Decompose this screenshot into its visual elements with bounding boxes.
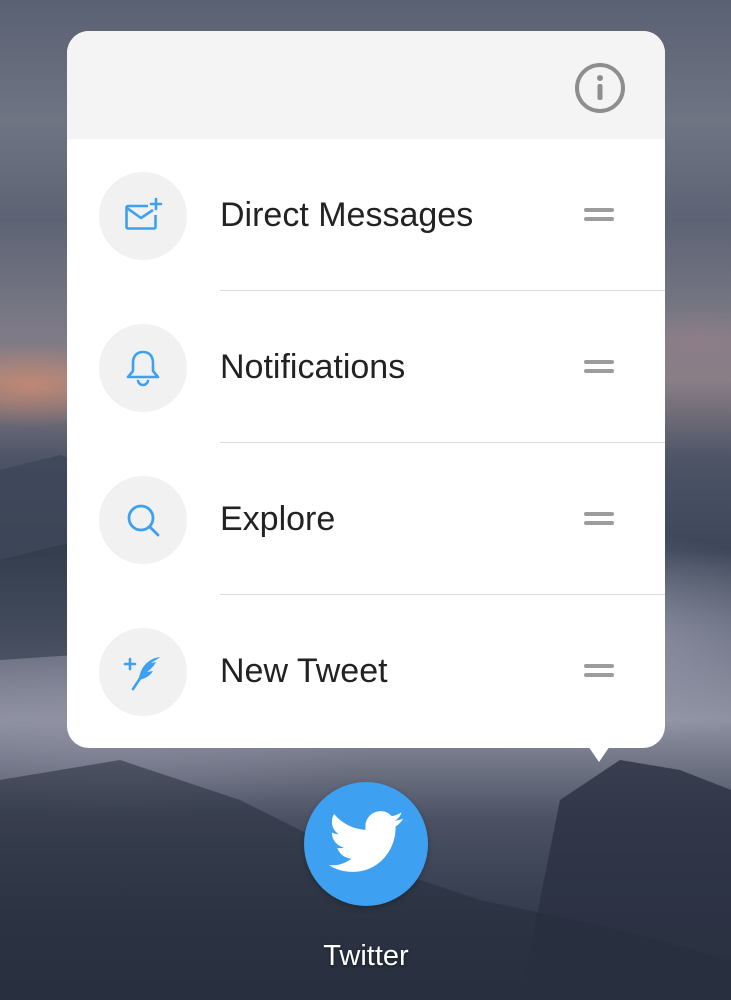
- shortcut-notifications[interactable]: Notifications: [67, 291, 665, 443]
- drag-handle-icon[interactable]: [584, 208, 614, 222]
- drag-handle-icon[interactable]: [584, 360, 614, 374]
- app-label: Twitter: [323, 940, 409, 972]
- twitter-app-icon[interactable]: [304, 782, 428, 906]
- app-shortcut-menu: Direct Messages Notifications Explore Ne…: [67, 31, 665, 748]
- drag-handle-icon[interactable]: [584, 664, 614, 678]
- shortcut-label: Notifications: [220, 348, 406, 386]
- feather-plus-icon: [123, 657, 160, 691]
- shortcut-menu-pointer: [588, 746, 610, 762]
- shortcut-label: Explore: [220, 500, 336, 538]
- shortcut-icon-background: [99, 476, 187, 564]
- shortcut-icon-background: [99, 172, 187, 260]
- drag-handle-icon[interactable]: [584, 512, 614, 526]
- shortcut-icon-background: [99, 324, 187, 412]
- search-icon: [127, 504, 160, 537]
- shortcut-explore[interactable]: Explore: [67, 443, 665, 595]
- shortcut-direct-messages[interactable]: Direct Messages: [67, 139, 665, 291]
- shortcut-label: New Tweet: [220, 652, 388, 690]
- info-icon[interactable]: [573, 61, 627, 115]
- shortcut-label: Direct Messages: [220, 196, 474, 234]
- bell-icon: [126, 350, 160, 387]
- mail-plus-icon: [125, 197, 163, 230]
- shortcut-menu-header: [67, 31, 665, 139]
- shortcut-new-tweet[interactable]: New Tweet: [67, 595, 665, 747]
- twitter-bird-icon: [329, 811, 404, 872]
- shortcut-icon-background: [99, 628, 187, 716]
